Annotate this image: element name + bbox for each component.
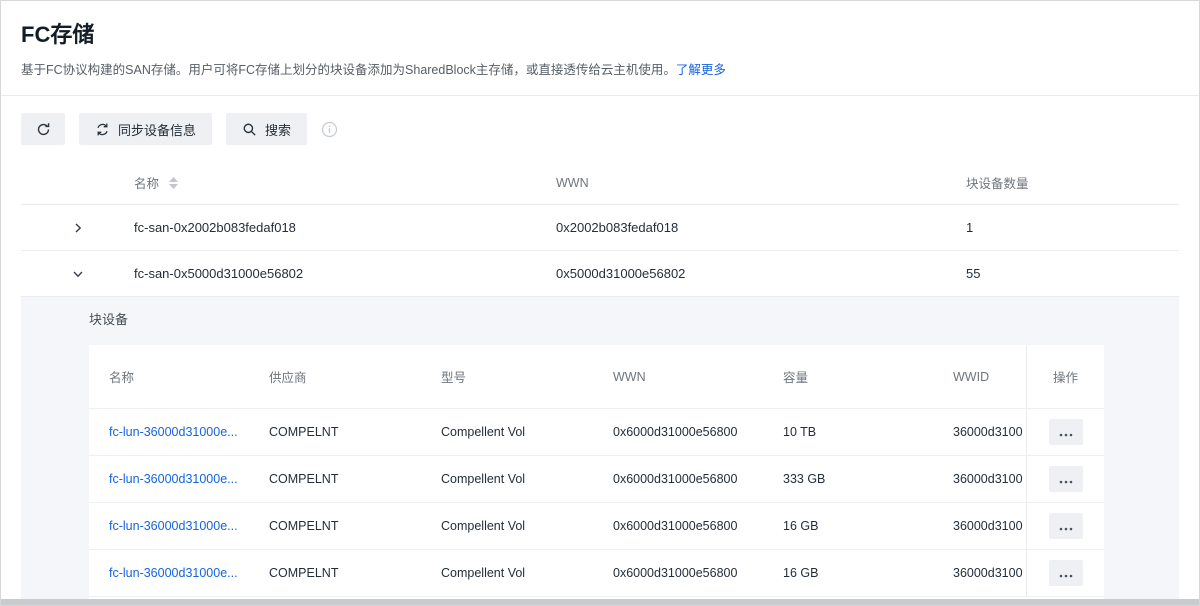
lun-wwid: 36000d3100 [953,425,1026,439]
column-header-name: 名称 [134,173,556,192]
name-header-label: 名称 [134,173,159,192]
chevron-down-icon[interactable] [72,268,84,280]
lun-wwid: 36000d3100 [953,566,1026,580]
refresh-button[interactable] [21,113,65,145]
learn-more-link[interactable]: 了解更多 [676,63,726,77]
san-row-collapsed[interactable]: fc-san-0x2002b083fedaf018 0x2002b083feda… [21,205,1179,251]
col-header-wwn: WWN [613,370,783,384]
expanded-panel: 块设备 名称 供应商 型号 WWN 容量 WWID 操作 fc-lun-3600… [21,297,1179,601]
search-label: 搜索 [265,120,291,139]
col-header-model: 型号 [441,367,613,386]
page-header: FC存储 基于FC协议构建的SAN存储。用户可将FC存储上划分的块设备添加为Sh… [1,1,1199,79]
row-actions-button[interactable] [1049,513,1083,539]
san-name: fc-san-0x5000d31000e56802 [134,266,303,281]
horizontal-scrollbar[interactable] [1,599,1199,605]
lun-wwn: 0x6000d31000e56800 [613,519,783,533]
lun-capacity: 10 TB [783,425,953,439]
column-header-wwn: WWN [556,176,966,190]
col-header-wwid: WWID [953,370,1026,384]
column-header-count: 块设备数量 [966,173,1179,192]
page-description: 基于FC协议构建的SAN存储。用户可将FC存储上划分的块设备添加为SharedB… [21,61,1179,79]
block-device-row: fc-lun-36000d31000e... COMPELNT Compelle… [89,503,1104,550]
lun-wwn: 0x6000d31000e56800 [613,425,783,439]
info-icon[interactable] [321,121,338,138]
lun-wwid: 36000d3100 [953,472,1026,486]
block-device-row: fc-lun-36000d31000e... COMPELNT Compelle… [89,409,1104,456]
ellipsis-icon [1059,566,1073,581]
fc-storage-page: FC存储 基于FC协议构建的SAN存储。用户可将FC存储上划分的块设备添加为Sh… [0,0,1200,606]
lun-link[interactable]: fc-lun-36000d31000e... [109,566,238,580]
lun-model: Compellent Vol [441,519,613,533]
block-table-header: 名称 供应商 型号 WWN 容量 WWID 操作 [89,345,1104,409]
block-device-row: fc-lun-36000d31000e... COMPELNT Compelle… [89,456,1104,503]
col-header-vendor: 供应商 [269,367,441,386]
lun-capacity: 333 GB [783,472,953,486]
lun-wwn: 0x6000d31000e56800 [613,472,783,486]
san-wwn: 0x2002b083fedaf018 [556,220,966,235]
lun-model: Compellent Vol [441,566,613,580]
lun-vendor: COMPELNT [269,519,441,533]
col-header-name: 名称 [89,367,269,386]
description-text: 基于FC协议构建的SAN存储。用户可将FC存储上划分的块设备添加为SharedB… [21,63,676,77]
ellipsis-icon [1059,519,1073,534]
chevron-right-icon[interactable] [72,222,84,234]
row-actions-button[interactable] [1049,466,1083,492]
lun-vendor: COMPELNT [269,425,441,439]
row-actions-button[interactable] [1049,560,1083,586]
san-row-expanded[interactable]: fc-san-0x5000d31000e56802 0x5000d31000e5… [21,251,1179,297]
lun-link[interactable]: fc-lun-36000d31000e... [109,519,238,533]
lun-link[interactable]: fc-lun-36000d31000e... [109,425,238,439]
ellipsis-icon [1059,472,1073,487]
ellipsis-icon [1059,425,1073,440]
san-block-count: 1 [966,220,1179,235]
lun-vendor: COMPELNT [269,566,441,580]
refresh-icon [36,122,51,137]
sync-devices-label: 同步设备信息 [118,120,196,139]
search-button[interactable]: 搜索 [226,113,307,145]
lun-wwid: 36000d3100 [953,519,1026,533]
lun-wwn: 0x6000d31000e56800 [613,566,783,580]
sort-icon[interactable] [169,177,178,189]
lun-link[interactable]: fc-lun-36000d31000e... [109,472,238,486]
row-actions-button[interactable] [1049,419,1083,445]
col-header-op: 操作 [1026,345,1104,408]
toolbar: 同步设备信息 搜索 [1,96,1199,161]
block-devices-label: 块设备 [89,311,1179,329]
lun-capacity: 16 GB [783,566,953,580]
block-devices-table: 名称 供应商 型号 WWN 容量 WWID 操作 fc-lun-36000d31… [89,345,1104,601]
sync-icon [95,122,110,137]
lun-vendor: COMPELNT [269,472,441,486]
block-device-row: fc-lun-36000d31000e... COMPELNT Compelle… [89,550,1104,597]
san-name: fc-san-0x2002b083fedaf018 [134,220,296,235]
lun-model: Compellent Vol [441,425,613,439]
san-table-header: 名称 WWN 块设备数量 [21,161,1179,205]
sync-devices-button[interactable]: 同步设备信息 [79,113,212,145]
col-header-capacity: 容量 [783,367,953,386]
lun-capacity: 16 GB [783,519,953,533]
san-wwn: 0x5000d31000e56802 [556,266,966,281]
page-title: FC存储 [21,19,1179,51]
san-block-count: 55 [966,266,1179,281]
lun-model: Compellent Vol [441,472,613,486]
search-icon [242,122,257,137]
